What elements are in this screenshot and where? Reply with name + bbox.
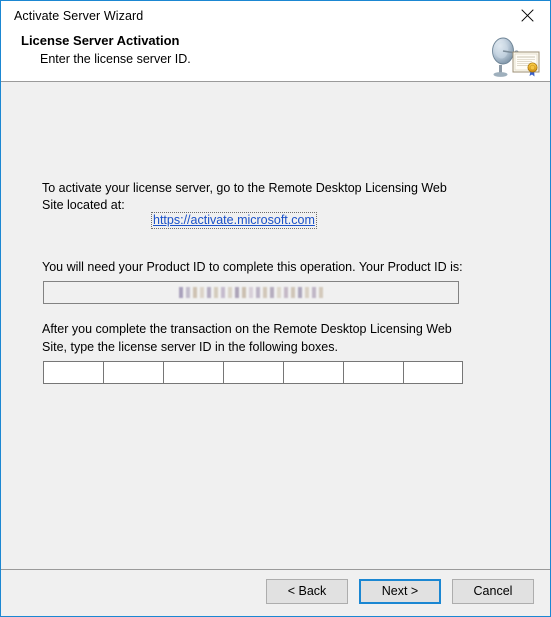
product-id-label: You will need your Product ID to complet… [42, 260, 463, 274]
cancel-button[interactable]: Cancel [452, 579, 534, 604]
product-id-redacted-value [179, 287, 323, 298]
license-id-box-7[interactable] [403, 361, 463, 384]
intro-text: To activate your license server, go to t… [42, 181, 447, 212]
back-button[interactable]: < Back [266, 579, 348, 604]
license-id-box-3[interactable] [163, 361, 223, 384]
wizard-footer: < Back Next > Cancel [1, 569, 550, 616]
license-id-box-2[interactable] [103, 361, 163, 384]
instruction-text: After you complete the transaction on th… [42, 322, 452, 354]
title-bar: Activate Server Wizard [1, 1, 550, 31]
license-id-box-4[interactable] [223, 361, 283, 384]
activation-website-link[interactable]: https://activate.microsoft.com [151, 212, 317, 229]
page-title: License Server Activation [21, 33, 180, 48]
wizard-header: License Server Activation Enter the lice… [1, 31, 550, 82]
next-button[interactable]: Next > [359, 579, 441, 604]
activation-link-row: https://activate.microsoft.com [151, 211, 317, 229]
close-button[interactable] [505, 1, 550, 30]
page-subtitle: Enter the license server ID. [40, 52, 191, 66]
product-id-field [43, 281, 459, 304]
close-icon [521, 9, 534, 22]
license-id-box-1[interactable] [43, 361, 103, 384]
window-title: Activate Server Wizard [14, 9, 144, 23]
license-server-id-boxes [43, 361, 463, 384]
activate-server-wizard-window: Activate Server Wizard License Server Ac… [0, 0, 551, 617]
license-id-box-5[interactable] [283, 361, 343, 384]
license-id-box-6[interactable] [343, 361, 403, 384]
button-row: < Back Next > Cancel [266, 579, 534, 604]
wizard-body: To activate your license server, go to t… [1, 82, 550, 570]
satellite-dish-certificate-icon [487, 31, 541, 81]
